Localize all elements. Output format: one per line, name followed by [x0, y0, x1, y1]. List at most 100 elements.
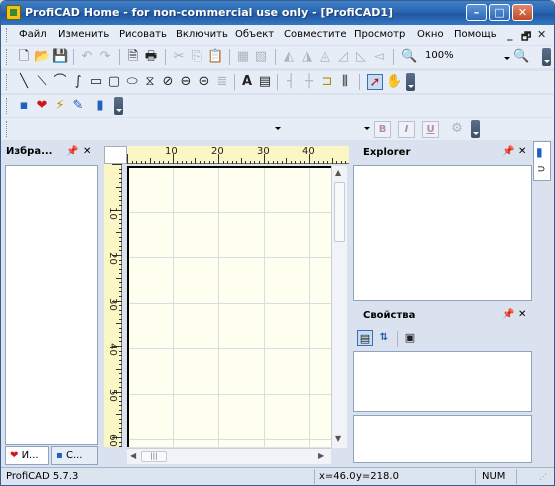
- paste-icon[interactable]: 📋: [207, 49, 223, 65]
- copy-icon[interactable]: ⎘: [189, 49, 205, 65]
- menu-help[interactable]: Помощь: [454, 29, 497, 40]
- menu-window[interactable]: Окно: [417, 29, 444, 40]
- pin-icon[interactable]: 📌: [502, 309, 514, 320]
- vertical-scroll-thumb[interactable]: [334, 182, 345, 242]
- mdi-minimize-button[interactable]: _: [507, 28, 513, 41]
- redo-icon[interactable]: ↷: [97, 49, 113, 65]
- group-icon[interactable]: ▦: [235, 49, 251, 65]
- ellipse-icon[interactable]: ⬭: [124, 74, 140, 90]
- title-bar[interactable]: ProfiCAD Home - for non-commercial use o…: [1, 1, 554, 25]
- scroll-right-icon[interactable]: ▶: [318, 451, 324, 460]
- vertical-scrollbar[interactable]: ▲ ▼: [331, 166, 347, 448]
- mdi-close-button[interactable]: ✕: [537, 28, 546, 41]
- zoom-icon[interactable]: 🔍: [401, 49, 417, 65]
- zoom-value[interactable]: 100%: [425, 50, 454, 61]
- save-icon[interactable]: 💾: [52, 49, 68, 65]
- cable-icon[interactable]: ⊐: [319, 74, 335, 90]
- panel-close-icon[interactable]: ✕: [518, 146, 526, 157]
- settings-icon[interactable]: ⚙: [449, 121, 465, 137]
- wire-icon[interactable]: ┤: [283, 74, 299, 90]
- properties-grid[interactable]: [353, 351, 532, 412]
- mirror-icon[interactable]: ◺: [353, 49, 369, 65]
- underline-button[interactable]: U: [422, 121, 439, 138]
- flip-vertical-icon[interactable]: ◮: [299, 49, 315, 65]
- bold-button[interactable]: B: [374, 121, 391, 138]
- print-preview-icon[interactable]: 🗎: [125, 49, 141, 65]
- rotate-right-icon[interactable]: ◿: [335, 49, 351, 65]
- menu-draw[interactable]: Рисовать: [119, 29, 167, 40]
- toolbar-grip[interactable]: [6, 98, 9, 114]
- rotate-left-icon[interactable]: ◬: [317, 49, 333, 65]
- menu-include[interactable]: Включить: [176, 29, 228, 40]
- print-icon[interactable]: 🖶: [143, 49, 159, 65]
- hatch-icon[interactable]: ≣: [214, 74, 230, 90]
- drawing-canvas[interactable]: [127, 166, 331, 447]
- text-box-icon[interactable]: ▤: [257, 74, 273, 90]
- align-icon[interactable]: ◅: [371, 49, 387, 65]
- menu-grip[interactable]: [6, 28, 9, 42]
- select-arrow-icon[interactable]: ➚: [367, 74, 383, 90]
- italic-button[interactable]: I: [398, 121, 415, 138]
- cut-icon[interactable]: ✂: [171, 49, 187, 65]
- toolbar-overflow-chevron[interactable]: [471, 120, 480, 138]
- minimize-button[interactable]: –: [466, 4, 487, 21]
- menu-edit[interactable]: Изменить: [58, 29, 109, 40]
- close-button[interactable]: ✕: [512, 4, 533, 21]
- menu-file[interactable]: Файл: [19, 29, 47, 40]
- panel-close-icon[interactable]: ✕: [83, 146, 91, 157]
- polyline-icon[interactable]: ⟍: [34, 74, 50, 90]
- mdi-restore-button[interactable]: 🗗: [521, 28, 531, 47]
- hourglass-icon[interactable]: ⧖: [142, 74, 158, 90]
- new-file-icon[interactable]: 🗋: [16, 49, 32, 65]
- toolbar-overflow-chevron[interactable]: [406, 73, 415, 91]
- insert-text-icon[interactable]: ✎: [70, 98, 86, 114]
- favorites-panel-body[interactable]: [5, 165, 98, 445]
- explorer-panel-body[interactable]: [353, 165, 532, 301]
- tab-symbols[interactable]: ▪ С...: [51, 446, 98, 465]
- rectangle-icon[interactable]: ▭: [88, 74, 104, 90]
- scroll-up-icon[interactable]: ▲: [335, 168, 341, 177]
- pin-icon[interactable]: 📌: [502, 146, 514, 157]
- ungroup-icon[interactable]: ▧: [253, 49, 269, 65]
- right-vertical-tab[interactable]: ▮ ⊃: [533, 141, 551, 181]
- curve-icon[interactable]: ∫: [70, 74, 86, 90]
- menu-align[interactable]: Совместите: [284, 29, 347, 40]
- maximize-button[interactable]: □: [489, 4, 510, 21]
- panel-close-icon[interactable]: ✕: [518, 309, 526, 320]
- bus-icon[interactable]: ⫼: [337, 74, 353, 90]
- pie-icon[interactable]: ⊘: [160, 74, 176, 90]
- scroll-down-icon[interactable]: ▼: [335, 434, 341, 443]
- symbol-icon[interactable]: ▪: [16, 98, 32, 114]
- toolbar-overflow-chevron[interactable]: [114, 97, 123, 115]
- arc-icon[interactable]: ⌒: [52, 74, 68, 90]
- horizontal-scroll-thumb[interactable]: |||: [141, 451, 167, 462]
- line-icon[interactable]: ╲: [16, 74, 32, 90]
- resize-grip-icon[interactable]: ⋰: [539, 472, 547, 481]
- menu-object[interactable]: Объект: [235, 29, 274, 40]
- app-icon[interactable]: [6, 5, 21, 20]
- junction-icon[interactable]: ┼: [301, 74, 317, 90]
- font-dropdown-arrow[interactable]: [275, 127, 281, 130]
- scroll-left-icon[interactable]: ◀: [130, 451, 136, 460]
- menu-view[interactable]: Просмотр: [354, 29, 405, 40]
- segment-icon[interactable]: ⊝: [196, 74, 212, 90]
- flip-horizontal-icon[interactable]: ◭: [281, 49, 297, 65]
- toolbar-grip[interactable]: [6, 74, 9, 90]
- zoom-out-icon[interactable]: 🔍: [513, 49, 529, 65]
- toolbar-grip[interactable]: [6, 49, 9, 65]
- pin-icon[interactable]: 📌: [66, 146, 78, 157]
- insert-frame-icon[interactable]: ▮: [92, 98, 108, 114]
- tab-favorites[interactable]: ❤ И...: [5, 446, 49, 465]
- insert-part-icon[interactable]: ⚡: [52, 98, 68, 114]
- font-size-dropdown-arrow[interactable]: [364, 127, 370, 130]
- toolbar-grip[interactable]: [6, 121, 9, 137]
- text-icon[interactable]: A: [239, 74, 255, 90]
- hand-pan-icon[interactable]: ✋: [386, 74, 402, 90]
- categorized-icon[interactable]: ▤: [357, 330, 373, 346]
- chord-icon[interactable]: ⊖: [178, 74, 194, 90]
- zoom-dropdown-arrow[interactable]: [504, 57, 510, 60]
- undo-icon[interactable]: ↶: [79, 49, 95, 65]
- sort-alphabetical-icon[interactable]: ⇅: [376, 330, 392, 346]
- open-folder-icon[interactable]: 📂: [34, 49, 50, 65]
- favorites-icon[interactable]: ❤: [34, 98, 50, 114]
